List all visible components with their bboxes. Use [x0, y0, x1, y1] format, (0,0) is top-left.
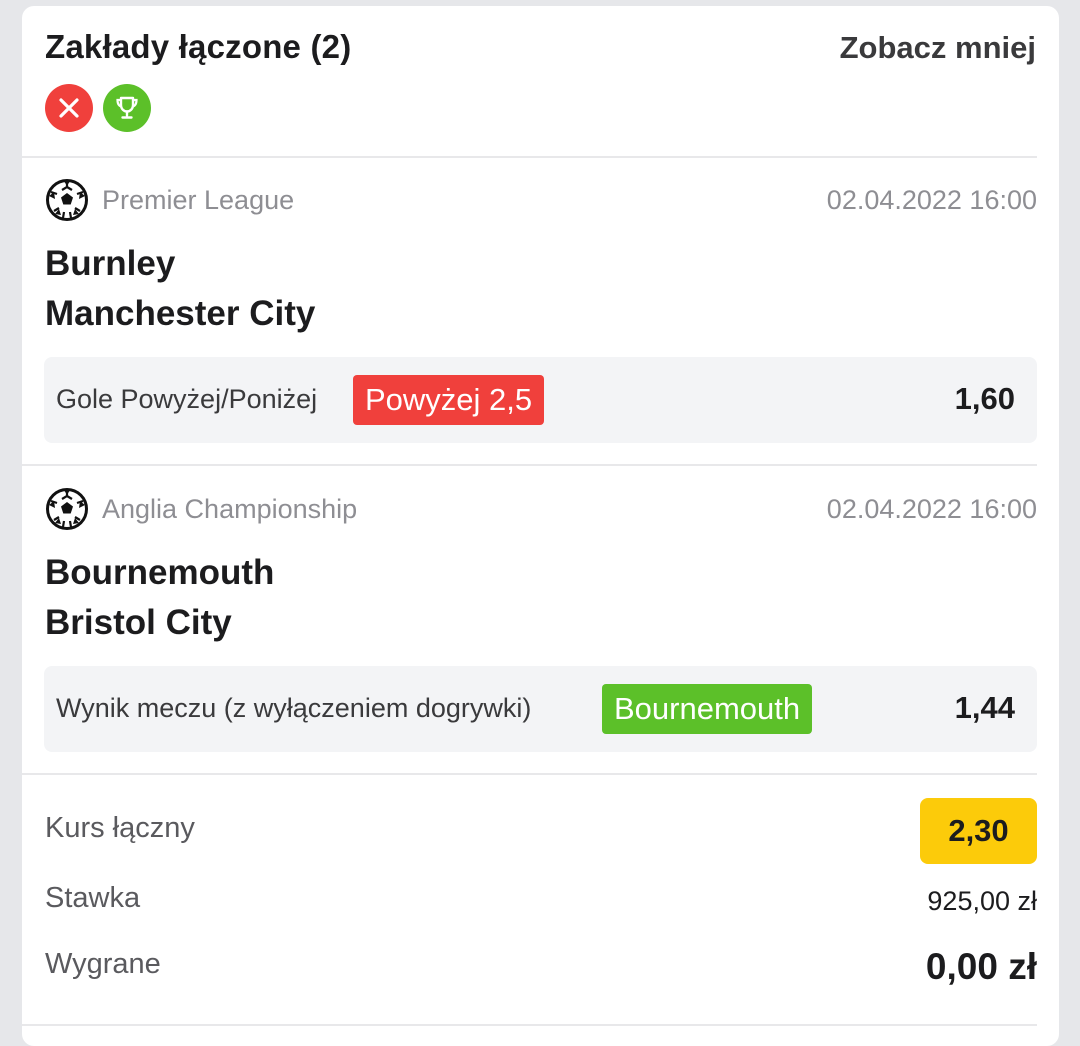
stake-label: Stawka — [45, 882, 141, 914]
divider — [22, 773, 1037, 775]
league-row: Anglia Championship 02.04.2022 16:00 — [45, 487, 1037, 533]
winnings-value: 0,00 zł — [925, 946, 1037, 987]
event-datetime: 02.04.2022 16:00 — [826, 185, 1037, 215]
odds-value: 1,60 — [954, 381, 1015, 416]
bet-event: Premier League 02.04.2022 16:00 Burnley … — [22, 178, 1037, 448]
league-row: Premier League 02.04.2022 16:00 — [45, 178, 1037, 224]
market-name: Wynik meczu (z wyłączeniem dogrywki) — [56, 693, 532, 723]
divider — [22, 1024, 1037, 1026]
market-name: Gole Powyżej/Poniżej — [56, 384, 318, 414]
status-icons — [45, 84, 151, 132]
league-name: Anglia Championship — [102, 494, 358, 524]
bet-slip-card: Zakłady łączone (2) Zobacz mniej Premier… — [22, 6, 1059, 1046]
soccer-ball-icon — [46, 179, 88, 221]
total-odds-badge: 2,30 — [920, 798, 1037, 864]
home-team: Bournemouth — [45, 553, 275, 592]
away-team: Manchester City — [45, 294, 316, 333]
total-odds-label: Kurs łączny — [45, 812, 195, 844]
divider — [22, 464, 1037, 466]
away-team: Bristol City — [45, 603, 232, 642]
league-name: Premier League — [102, 185, 295, 215]
stake-value: 925,00 zł — [927, 886, 1037, 916]
winnings-label: Wygrane — [45, 948, 161, 980]
home-team: Burnley — [45, 244, 176, 283]
divider — [22, 156, 1037, 158]
bet-event: Anglia Championship 02.04.2022 16:00 Bou… — [22, 487, 1037, 757]
odds-value: 1,44 — [954, 690, 1015, 725]
soccer-ball-icon — [46, 488, 88, 530]
pick-badge: Powyżej 2,5 — [353, 375, 545, 425]
bet-selection: Wynik meczu (z wyłączeniem dogrywki) Bou… — [44, 666, 1037, 752]
trophy-icon — [103, 84, 151, 132]
see-less-button[interactable]: Zobacz mniej — [840, 30, 1036, 66]
bet-selection: Gole Powyżej/Poniżej Powyżej 2,5 1,60 — [44, 357, 1037, 443]
page-title: Zakłady łączone (2) — [45, 28, 352, 65]
bet-header: Zakłady łączone (2) Zobacz mniej — [22, 6, 1059, 156]
pick-badge: Bournemouth — [602, 684, 813, 734]
event-datetime: 02.04.2022 16:00 — [826, 494, 1037, 524]
close-icon — [45, 84, 93, 132]
